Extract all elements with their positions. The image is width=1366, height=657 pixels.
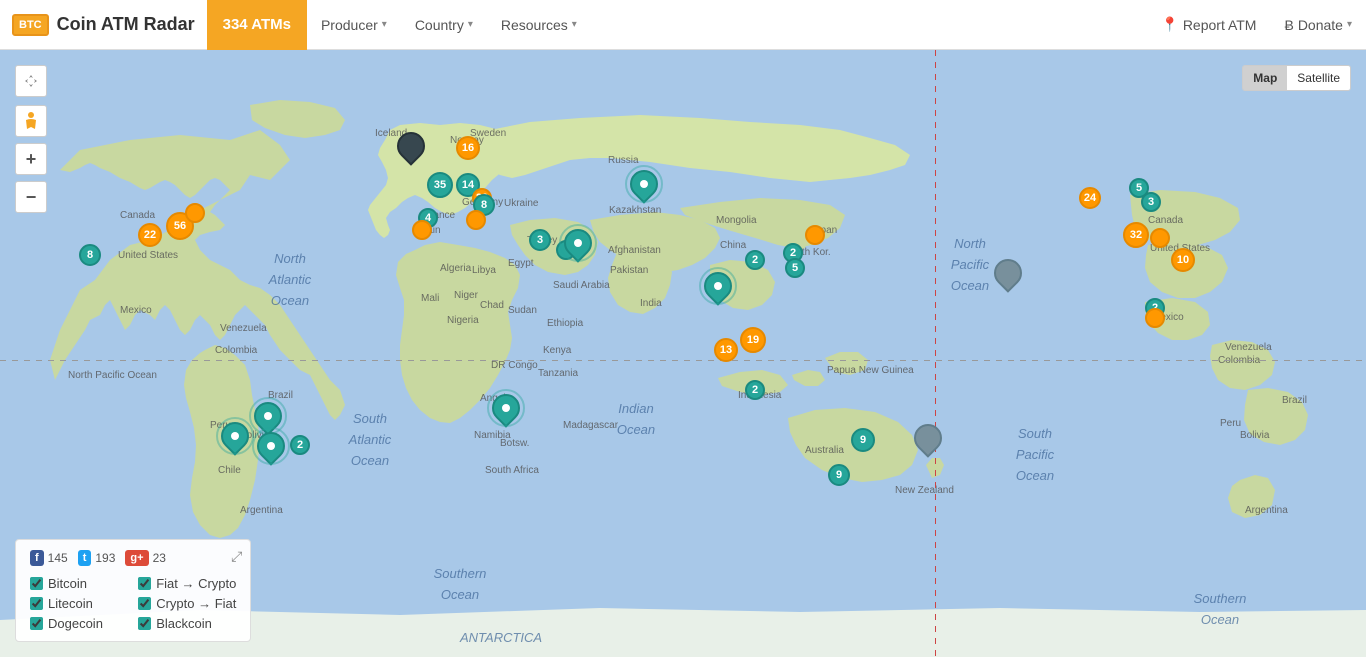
legend-bitcoin[interactable]: Bitcoin: [30, 576, 128, 591]
pin-marker-iran[interactable]: [564, 229, 592, 257]
atm-marker-aus-e[interactable]: 9: [828, 464, 850, 486]
atm-marker-scandinavia[interactable]: 16: [456, 136, 480, 160]
atm-marker-canada[interactable]: [185, 203, 205, 223]
facebook-icon: f: [30, 550, 44, 566]
person-control[interactable]: [15, 105, 47, 137]
pin-marker-latam3[interactable]: [257, 432, 285, 460]
map-type-satellite-button[interactable]: Satellite: [1287, 66, 1350, 90]
atm-marker-aus-w[interactable]: 9: [851, 428, 875, 452]
producer-label: Producer: [321, 17, 378, 33]
atm-marker-uk-cluster[interactable]: 35: [427, 172, 453, 198]
pin-marker-uk[interactable]: [397, 132, 425, 160]
atm-marker-canada-w[interactable]: 24: [1079, 187, 1101, 209]
nav-donate[interactable]: Ƀ Donate ▾: [1270, 0, 1366, 50]
atm-marker-mexico[interactable]: [1145, 308, 1165, 328]
producer-caret: ▾: [382, 19, 387, 30]
report-atm-label: Report ATM: [1183, 17, 1257, 33]
litecoin-label: Litecoin: [48, 596, 93, 611]
map-type-toggle: Map Satellite: [1242, 65, 1351, 91]
atm-marker-indonesia[interactable]: 2: [745, 380, 765, 400]
country-caret: ▾: [468, 19, 473, 30]
donate-caret: ▾: [1347, 19, 1352, 30]
zoom-in-button[interactable]: +: [15, 143, 47, 175]
atm-marker-cn-e[interactable]: 2: [745, 250, 765, 270]
legend-fiat-crypto[interactable]: Fiat → Crypto: [138, 576, 236, 591]
resources-caret: ▾: [572, 19, 577, 30]
donate-icon: Ƀ: [1284, 17, 1293, 33]
facebook-share-button[interactable]: f 145: [30, 550, 68, 566]
litecoin-checkbox[interactable]: [30, 597, 43, 610]
twitter-count: 193: [95, 551, 115, 565]
legend-social: f 145 t 193 g+ 23: [30, 550, 236, 566]
legend-checkboxes: Bitcoin Fiat → Crypto Litecoin Crypto → …: [30, 576, 236, 631]
legend-panel: ⤢ f 145 t 193 g+ 23 Bitcoin Fiat → Crypt: [15, 539, 251, 642]
pan-control[interactable]: [15, 65, 47, 97]
logo-icon: BTC: [12, 14, 49, 36]
pin-marker-nz[interactable]: [914, 424, 942, 452]
report-atm-icon: 📍: [1161, 16, 1178, 33]
pin-marker-pacific-c[interactable]: [994, 259, 1022, 287]
bitcoin-checkbox[interactable]: [30, 577, 43, 590]
nav-producer[interactable]: Producer ▾: [307, 0, 401, 50]
navbar: BTC Coin ATM Radar 334 ATMs Producer ▾ C…: [0, 0, 1366, 50]
logo-area: BTC Coin ATM Radar: [0, 14, 207, 36]
googleplus-count: 23: [153, 551, 166, 565]
atm-marker-es[interactable]: [412, 220, 432, 240]
atm-marker-canada-c[interactable]: 3: [1141, 192, 1161, 212]
site-title: Coin ATM Radar: [57, 14, 195, 35]
atm-marker-cn-c[interactable]: 13: [714, 338, 738, 362]
crypto-fiat-checkbox[interactable]: [138, 597, 151, 610]
atm-marker-latam-c[interactable]: 2: [290, 435, 310, 455]
twitter-icon: t: [78, 550, 92, 566]
legend-litecoin[interactable]: Litecoin: [30, 596, 128, 611]
zoom-out-button[interactable]: −: [15, 181, 47, 213]
fiat-crypto-checkbox[interactable]: [138, 577, 151, 590]
nav-report-atm[interactable]: 📍 Report ATM: [1147, 0, 1270, 50]
legend-blackcoin[interactable]: Blackcoin: [138, 616, 236, 631]
pin-marker-kaz[interactable]: [630, 170, 658, 198]
crypto-fiat-label: Crypto → Fiat: [156, 596, 236, 611]
atm-marker-cn-s[interactable]: 19: [740, 327, 766, 353]
dogecoin-label: Dogecoin: [48, 616, 103, 631]
facebook-count: 145: [48, 551, 68, 565]
pin-marker-africa-w[interactable]: [492, 394, 520, 422]
nav-resources[interactable]: Resources ▾: [487, 0, 591, 50]
map-container[interactable]: ANTARCTICA North Atlantic OceanSouth Atl…: [0, 50, 1366, 657]
atm-marker-us-west[interactable]: 8: [79, 244, 101, 266]
googleplus-share-button[interactable]: g+ 23: [125, 550, 166, 566]
blackcoin-label: Blackcoin: [156, 616, 212, 631]
resources-label: Resources: [501, 17, 568, 33]
pin-marker-latam[interactable]: [221, 422, 249, 450]
country-label: Country: [415, 17, 464, 33]
blackcoin-checkbox[interactable]: [138, 617, 151, 630]
atm-marker-japan[interactable]: [805, 225, 825, 245]
pin-marker-latam2[interactable]: [254, 402, 282, 430]
legend-expand-button[interactable]: ⤢: [231, 548, 242, 565]
bitcoin-label: Bitcoin: [48, 576, 87, 591]
atm-marker-turkey[interactable]: 3: [529, 229, 551, 251]
atm-marker-us-se[interactable]: 10: [1171, 248, 1195, 272]
map-controls: + −: [15, 65, 47, 213]
svg-text:ANTARCTICA: ANTARCTICA: [459, 630, 542, 645]
nav-country[interactable]: Country ▾: [401, 0, 487, 50]
atm-marker-it[interactable]: [466, 210, 486, 230]
legend-crypto-fiat[interactable]: Crypto → Fiat: [138, 596, 236, 611]
donate-label: Donate: [1298, 17, 1343, 33]
map-type-map-button[interactable]: Map: [1243, 66, 1287, 90]
atm-marker-us-mid[interactable]: 22: [138, 223, 162, 247]
atm-marker-us-w2[interactable]: 32: [1123, 222, 1149, 248]
twitter-share-button[interactable]: t 193: [78, 550, 116, 566]
legend-dogecoin[interactable]: Dogecoin: [30, 616, 128, 631]
atm-count-badge[interactable]: 334 ATMs: [207, 0, 307, 50]
pin-marker-cn-w[interactable]: [704, 272, 732, 300]
atm-marker-skorea2[interactable]: 5: [785, 258, 805, 278]
fiat-crypto-label: Fiat → Crypto: [156, 576, 236, 591]
googleplus-icon: g+: [125, 550, 148, 566]
dogecoin-checkbox[interactable]: [30, 617, 43, 630]
atm-marker-us-sw[interactable]: [1150, 228, 1170, 248]
